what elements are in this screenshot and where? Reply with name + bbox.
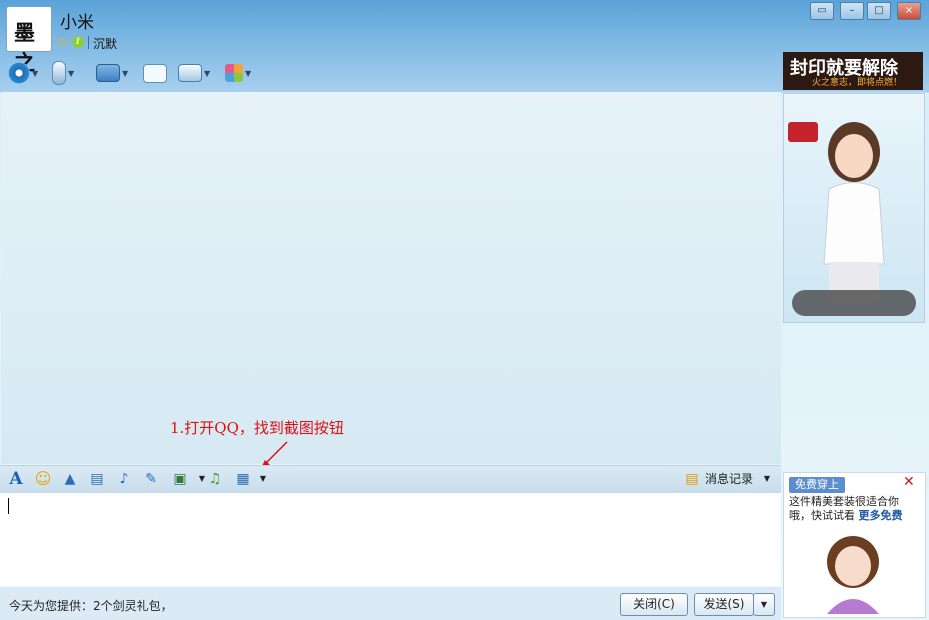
video-icon <box>8 62 30 84</box>
close-button[interactable]: 关闭(C) <box>620 593 688 616</box>
send-button[interactable]: 发送(S) <box>694 593 754 616</box>
history-icon[interactable]: ▤ <box>682 470 702 488</box>
screen-icon <box>178 64 202 82</box>
qq-status-icon[interactable]: ℓ <box>72 36 84 48</box>
font-icon[interactable]: A <box>6 470 26 488</box>
history-dropdown-caret[interactable]: ▼ <box>757 470 777 488</box>
video-call-button[interactable]: ▼ <box>8 60 38 86</box>
annotation-text: 1.打开QQ，找到截图按钮 <box>170 419 344 437</box>
divider <box>88 36 89 49</box>
file-transfer-button[interactable]: ▼ <box>96 60 128 86</box>
message-icon <box>143 63 167 83</box>
voice-call-button[interactable]: ▼ <box>52 60 74 86</box>
emoji-icon[interactable]: ☺ <box>33 470 53 488</box>
close-icon[interactable]: ✕ <box>903 474 915 490</box>
note-icon[interactable]: ✎ <box>141 470 161 488</box>
text-cursor <box>8 498 9 514</box>
message-input[interactable] <box>0 493 781 586</box>
apps-icon <box>225 64 243 82</box>
star-icon: ✩ <box>57 35 68 50</box>
close-window-button[interactable]: × <box>897 2 921 20</box>
apps-button[interactable]: ▼ <box>225 60 251 86</box>
voice-icon[interactable]: ♪ <box>114 470 134 488</box>
message-history-area[interactable] <box>1 92 781 464</box>
message-tools-button[interactable] <box>143 60 167 86</box>
ad-banner-subtitle: 火之意志，即将点燃！ <box>812 78 903 88</box>
contact-status: 沉默 <box>93 37 118 51</box>
folder-icon <box>96 64 120 82</box>
mic-icon <box>52 61 66 85</box>
promo-avatar-image <box>827 536 879 614</box>
screenshot-dropdown-caret[interactable]: ▼ <box>253 470 273 488</box>
promo-tag[interactable]: 免费穿上 <box>789 477 845 493</box>
notice-text[interactable]: 今天为您提供：2个剑灵礼包， <box>9 597 173 614</box>
maximize-button[interactable]: □ <box>867 2 891 20</box>
promo-more-link[interactable]: 更多免费 <box>859 509 903 522</box>
promo-description: 这件精美套装很适合你哦，快试试看 更多免费 <box>789 495 919 523</box>
contact-name[interactable]: 小米 <box>60 8 94 33</box>
remote-desktop-button[interactable]: ▼ <box>178 60 210 86</box>
music-icon[interactable]: ♫ <box>205 470 225 488</box>
minimize-button[interactable]: – <box>840 2 864 20</box>
screenshot-icon[interactable]: ▦ <box>233 470 253 488</box>
avatar-figure <box>788 122 916 316</box>
qq-show-avatar-panel[interactable] <box>783 93 925 323</box>
send-options-dropdown[interactable]: ▼ <box>753 593 775 616</box>
contact-avatar[interactable]: 墨之 <box>6 6 52 75</box>
history-button[interactable]: 消息记录 <box>705 470 753 488</box>
skin-button[interactable]: ▭ <box>810 2 834 20</box>
format-toolbar: A ☺ ▲ ▤ ♪ ✎ ▣ ▼ ♫ ▦ ▼ ▤ 消息记录 ▼ <box>0 465 781 494</box>
magic-icon[interactable]: ▤ <box>87 470 107 488</box>
image-icon[interactable]: ▣ <box>170 470 190 488</box>
shake-icon[interactable]: ▲ <box>60 470 80 488</box>
